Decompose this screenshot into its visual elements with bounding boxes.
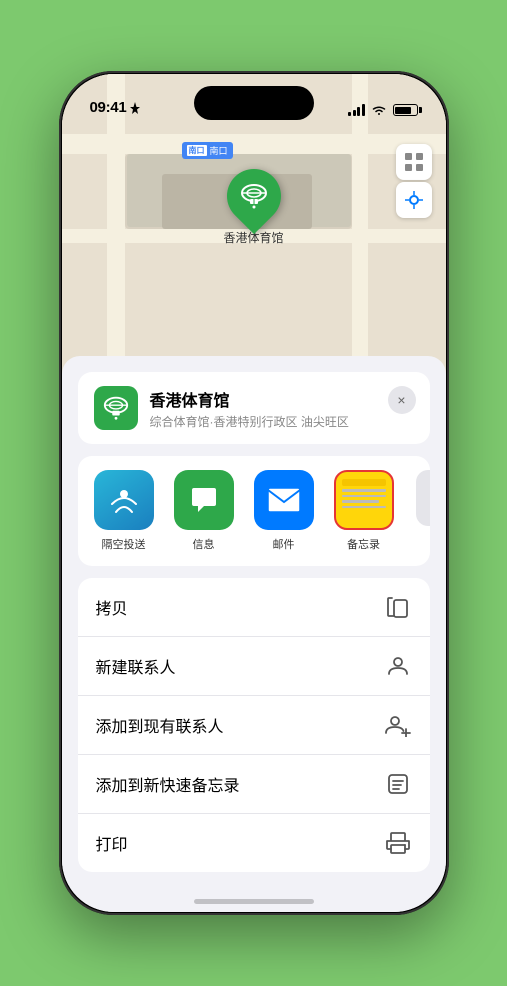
new-contact-label: 新建联系人 (96, 654, 176, 678)
location-button[interactable] (396, 182, 432, 218)
quick-note-icon (384, 770, 412, 798)
action-copy[interactable]: 拷贝 (78, 578, 430, 637)
action-print[interactable]: 打印 (78, 814, 430, 872)
map-pin: 香港体育馆 (223, 169, 283, 246)
quick-note-label: 添加到新快速备忘录 (96, 772, 240, 796)
action-add-contact[interactable]: 添加到现有联系人 (78, 696, 430, 755)
mail-label: 邮件 (273, 536, 295, 552)
map-label: 南口 南口 (182, 142, 233, 159)
map-view-button[interactable] (396, 144, 432, 180)
share-item-notes[interactable]: 备忘录 (326, 470, 402, 562)
messages-icon (174, 470, 234, 530)
more-icon (416, 470, 430, 526)
home-indicator (194, 899, 314, 904)
airdrop-icon (94, 470, 154, 530)
location-info: 香港体育馆 综合体育馆·香港特别行政区 油尖旺区 (150, 387, 414, 430)
print-icon (384, 829, 412, 857)
share-row-container: 隔空投送 信息 (78, 456, 430, 566)
wifi-icon (371, 104, 387, 116)
location-subtitle: 综合体育馆·香港特别行政区 油尖旺区 (150, 413, 414, 430)
add-contact-icon (384, 711, 412, 739)
location-icon (130, 102, 140, 114)
messages-label: 信息 (193, 536, 215, 552)
close-button[interactable]: × (388, 386, 416, 414)
share-item-airdrop[interactable]: 隔空投送 (86, 470, 162, 562)
share-row: 隔空投送 信息 (78, 470, 430, 562)
location-card: 香港体育馆 综合体育馆·香港特别行政区 油尖旺区 × (78, 372, 430, 444)
share-item-messages[interactable]: 信息 (166, 470, 242, 562)
new-contact-icon (384, 652, 412, 680)
copy-label: 拷贝 (96, 595, 128, 619)
notes-label: 备忘录 (347, 536, 380, 552)
airdrop-label: 隔空投送 (102, 536, 146, 552)
phone-frame: 09:41 (59, 71, 449, 915)
battery-icon (393, 104, 418, 116)
location-name: 香港体育馆 (150, 387, 414, 411)
bottom-sheet: 香港体育馆 综合体育馆·香港特别行政区 油尖旺区 × (62, 356, 446, 912)
action-quick-note[interactable]: 添加到新快速备忘录 (78, 755, 430, 814)
mail-icon (254, 470, 314, 530)
print-label: 打印 (96, 831, 128, 855)
share-item-mail[interactable]: 邮件 (246, 470, 322, 562)
share-item-more[interactable]: 提 (406, 470, 430, 562)
map-controls (396, 144, 432, 218)
location-logo (94, 386, 138, 430)
dynamic-island (194, 86, 314, 120)
status-time: 09:41 (90, 99, 127, 116)
action-new-contact[interactable]: 新建联系人 (78, 637, 430, 696)
phone-screen: 09:41 (62, 74, 446, 912)
add-contact-label: 添加到现有联系人 (96, 713, 224, 737)
notes-icon (334, 470, 394, 530)
signal-bars (348, 104, 365, 116)
action-list: 拷贝 新建联系人 (78, 578, 430, 872)
status-icons (348, 104, 418, 116)
copy-icon (384, 593, 412, 621)
